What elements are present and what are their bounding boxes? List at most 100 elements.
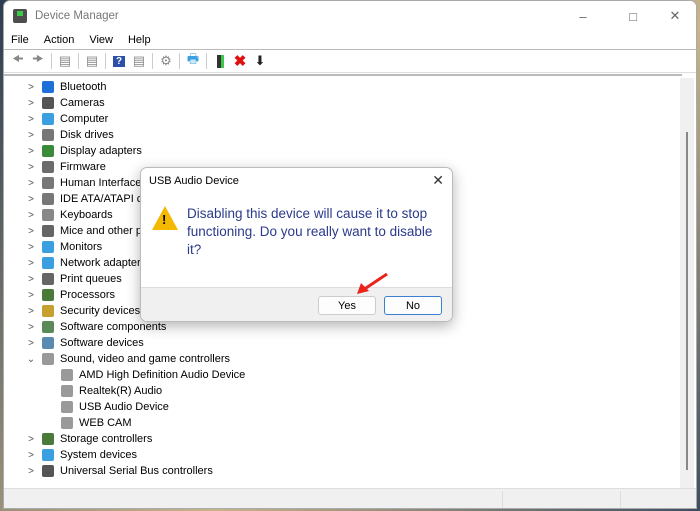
chevron-right-icon[interactable]: > xyxy=(26,98,36,109)
tree-item-label: Storage controllers xyxy=(60,433,153,445)
tree-device-item[interactable]: WEB CAM xyxy=(61,415,132,431)
toolbar-separator xyxy=(206,53,207,69)
tree-category[interactable]: > Bluetooth xyxy=(26,79,106,95)
tree-device-item[interactable]: USB Audio Device xyxy=(61,399,169,415)
tree-category[interactable]: > Display adapters xyxy=(26,143,142,159)
toolbar-separator xyxy=(51,53,52,69)
uninstall-icon[interactable]: ✖ xyxy=(230,52,250,70)
chevron-right-icon[interactable]: > xyxy=(26,466,36,477)
tree-category[interactable]: > Processors xyxy=(26,287,115,303)
toolbar-separator xyxy=(105,53,106,69)
update-driver-icon[interactable] xyxy=(210,52,230,70)
tree-category[interactable]: > Disk drives xyxy=(26,127,114,143)
disable-device-icon[interactable]: ⬇ xyxy=(250,52,270,70)
yes-button[interactable]: Yes xyxy=(318,296,376,315)
minimize-button[interactable]: – xyxy=(560,1,606,31)
tree-category[interactable]: > Print queues xyxy=(26,271,122,287)
chevron-right-icon[interactable]: > xyxy=(26,338,36,349)
properties-icon[interactable]: ▤ xyxy=(82,52,102,70)
dialog-close-button[interactable]: ✕ xyxy=(432,172,444,189)
chevron-right-icon[interactable]: > xyxy=(26,194,36,205)
chevron-right-icon[interactable]: > xyxy=(26,146,36,157)
tree-category[interactable]: > Software devices xyxy=(26,335,144,351)
tree-category[interactable]: > Cameras xyxy=(26,95,105,111)
tree-category[interactable]: > System devices xyxy=(26,447,137,463)
tree-item-label: WEB CAM xyxy=(79,417,132,429)
vertical-scrollbar[interactable] xyxy=(680,78,694,488)
toolbar-separator xyxy=(179,53,180,69)
tree-item-label: Monitors xyxy=(60,241,103,253)
chevron-right-icon[interactable]: > xyxy=(26,322,36,333)
show-hide-console-tree-icon[interactable]: ▤ xyxy=(55,52,75,70)
tree-category[interactable]: > Keyboards xyxy=(26,207,113,223)
toolbar-separator xyxy=(78,53,79,69)
tree-category[interactable]: > Monitors xyxy=(26,239,102,255)
device-category-icon xyxy=(42,209,54,221)
no-button[interactable]: No xyxy=(384,296,442,315)
menu-file[interactable]: File xyxy=(11,34,29,46)
device-category-icon xyxy=(42,273,54,285)
device-category-icon xyxy=(42,353,54,365)
device-category-icon xyxy=(42,305,54,317)
tree-category[interactable]: > Network adapters xyxy=(26,255,146,271)
chevron-right-icon[interactable]: > xyxy=(26,450,36,461)
device-category-icon xyxy=(42,97,54,109)
action-pane-icon[interactable]: ▤ xyxy=(129,52,149,70)
warning-icon-mark: ! xyxy=(162,212,167,227)
device-category-icon xyxy=(42,129,54,141)
dialog-footer: Yes No xyxy=(141,287,452,321)
chevron-right-icon[interactable]: > xyxy=(26,162,36,173)
close-button[interactable]: ✕ xyxy=(652,1,696,31)
chevron-right-icon[interactable]: > xyxy=(26,306,36,317)
tree-item-label: Display adapters xyxy=(60,145,142,157)
chevron-right-icon[interactable]: > xyxy=(26,274,36,285)
maximize-button[interactable]: □ xyxy=(610,1,656,31)
chevron-right-icon[interactable]: > xyxy=(26,130,36,141)
menu-view[interactable]: View xyxy=(89,34,113,46)
tree-category[interactable]: ⌄ Sound, video and game controllers xyxy=(26,351,230,367)
tree-item-label: Cameras xyxy=(60,97,105,109)
dialog-title: USB Audio Device xyxy=(149,175,239,187)
tree-category[interactable]: > Computer xyxy=(26,111,108,127)
tree-device-item[interactable]: AMD High Definition Audio Device xyxy=(61,367,245,383)
tree-item-label: Disk drives xyxy=(60,129,114,141)
chevron-right-icon[interactable]: > xyxy=(26,258,36,269)
chevron-right-icon[interactable]: > xyxy=(26,114,36,125)
forward-icon[interactable]: 🠞 xyxy=(28,51,48,70)
device-category-icon xyxy=(42,449,54,461)
tree-item-label: Software devices xyxy=(60,337,144,349)
menu-help[interactable]: Help xyxy=(128,34,151,46)
annotation-arrow-icon xyxy=(357,272,388,294)
chevron-right-icon[interactable]: > xyxy=(26,434,36,445)
tree-category[interactable]: > Universal Serial Bus controllers xyxy=(26,463,213,479)
device-category-icon xyxy=(42,113,54,125)
chevron-right-icon[interactable]: > xyxy=(26,178,36,189)
tree-device-item[interactable]: Realtek(R) Audio xyxy=(61,383,162,399)
tree-item-label: AMD High Definition Audio Device xyxy=(79,369,246,381)
device-category-icon xyxy=(42,145,54,157)
tree-category[interactable]: > Security devices xyxy=(26,303,140,319)
toolbar-separator xyxy=(152,53,153,69)
chevron-right-icon[interactable]: > xyxy=(26,82,36,93)
device-category-icon xyxy=(61,369,73,381)
scrollbar-thumb[interactable] xyxy=(686,132,688,470)
chevron-right-icon[interactable]: > xyxy=(26,290,36,301)
help-icon[interactable]: ? xyxy=(109,52,129,70)
chevron-right-icon[interactable]: > xyxy=(26,210,36,221)
tree-item-label: Firmware xyxy=(60,161,106,173)
tree-category[interactable]: > Storage controllers xyxy=(26,431,152,447)
back-icon[interactable]: 🠜 xyxy=(8,51,28,70)
device-category-icon xyxy=(42,321,54,333)
tree-item-label: Bluetooth xyxy=(60,81,107,93)
scan-hardware-icon[interactable]: ⚙ xyxy=(156,52,176,70)
chevron-down-icon[interactable]: ⌄ xyxy=(26,354,36,365)
chevron-right-icon[interactable]: > xyxy=(26,242,36,253)
tree-category[interactable]: > Firmware xyxy=(26,159,106,175)
menu-action[interactable]: Action xyxy=(44,34,75,46)
tree-item-label: Computer xyxy=(60,113,109,125)
menu-bar: File Action View Help xyxy=(4,31,696,49)
monitor-icon[interactable]: 🖶 xyxy=(183,51,203,70)
tree-item-label: Security devices xyxy=(60,305,141,317)
chevron-right-icon[interactable]: > xyxy=(26,226,36,237)
status-bar xyxy=(4,488,696,508)
